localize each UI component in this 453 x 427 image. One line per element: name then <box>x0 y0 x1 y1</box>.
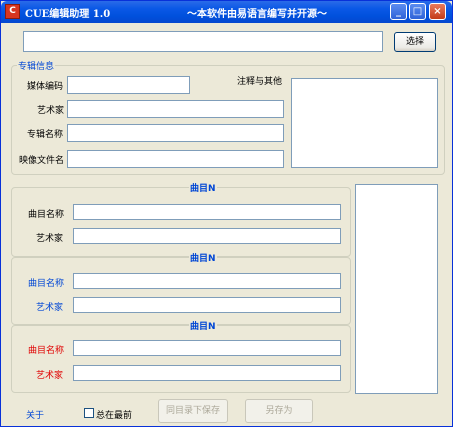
track-group-1 <box>11 187 351 257</box>
title-bar[interactable]: C CUE编辑助理 1.0 ～本软件由易语言编写并开源～ _ □ × <box>1 1 452 23</box>
track-2-artist-label: 艺术家 <box>36 303 64 313</box>
track-1-title-input[interactable] <box>73 204 341 220</box>
track-3-header: 曲目N <box>189 319 217 332</box>
media-code-input[interactable] <box>67 76 190 94</box>
image-file-label: 映像文件名 <box>19 156 65 166</box>
media-code-label: 媒体编码 <box>27 82 64 92</box>
minimize-button[interactable]: _ <box>390 3 407 20</box>
track-group-2 <box>11 257 351 325</box>
save-as-button[interactable]: 另存为 <box>245 399 313 423</box>
about-link[interactable]: 关于 <box>26 408 44 421</box>
track-2-title-label: 曲目名称 <box>28 279 65 289</box>
track-2-artist-input[interactable] <box>73 297 341 313</box>
always-on-top-toggle[interactable]: 总在最前 <box>84 407 144 421</box>
comment-textarea[interactable] <box>291 78 438 168</box>
album-name-label: 专辑名称 <box>27 130 64 140</box>
cue-file-path-input[interactable] <box>23 31 383 52</box>
main-window: C CUE编辑助理 1.0 ～本软件由易语言编写并开源～ _ □ × 选择 专辑… <box>0 0 453 427</box>
track-group-3 <box>11 325 351 393</box>
track-3-artist-input[interactable] <box>73 365 341 381</box>
album-name-input[interactable] <box>67 124 284 142</box>
track-2-header: 曲目N <box>189 251 217 264</box>
album-artist-label: 艺术家 <box>37 106 65 116</box>
track-3-artist-label: 艺术家 <box>36 371 64 381</box>
image-file-input[interactable] <box>67 150 284 168</box>
window-slogan: ～本软件由易语言编写并开源～ <box>187 9 327 20</box>
select-file-button[interactable]: 选择 <box>394 32 436 52</box>
always-on-top-label: 总在最前 <box>96 411 133 421</box>
track-list-box[interactable] <box>355 184 438 394</box>
track-1-header: 曲目N <box>189 181 217 194</box>
close-button[interactable]: × <box>429 3 446 20</box>
album-info-title: 专辑信息 <box>17 59 56 72</box>
track-3-title-label: 曲目名称 <box>28 346 65 356</box>
track-3-title-input[interactable] <box>73 340 341 356</box>
maximize-button[interactable]: □ <box>409 3 426 20</box>
always-on-top-checkbox[interactable] <box>84 408 94 418</box>
comment-label: 注释与其他 <box>237 77 283 87</box>
window-title: CUE编辑助理 1.0 <box>25 9 111 20</box>
track-1-artist-label: 艺术家 <box>36 234 64 244</box>
app-icon: C <box>5 4 20 19</box>
album-artist-input[interactable] <box>67 100 284 118</box>
track-1-artist-input[interactable] <box>73 228 341 244</box>
save-in-same-directory-button[interactable]: 同目录下保存 <box>158 399 228 423</box>
track-1-title-label: 曲目名称 <box>28 210 65 220</box>
track-2-title-input[interactable] <box>73 273 341 289</box>
